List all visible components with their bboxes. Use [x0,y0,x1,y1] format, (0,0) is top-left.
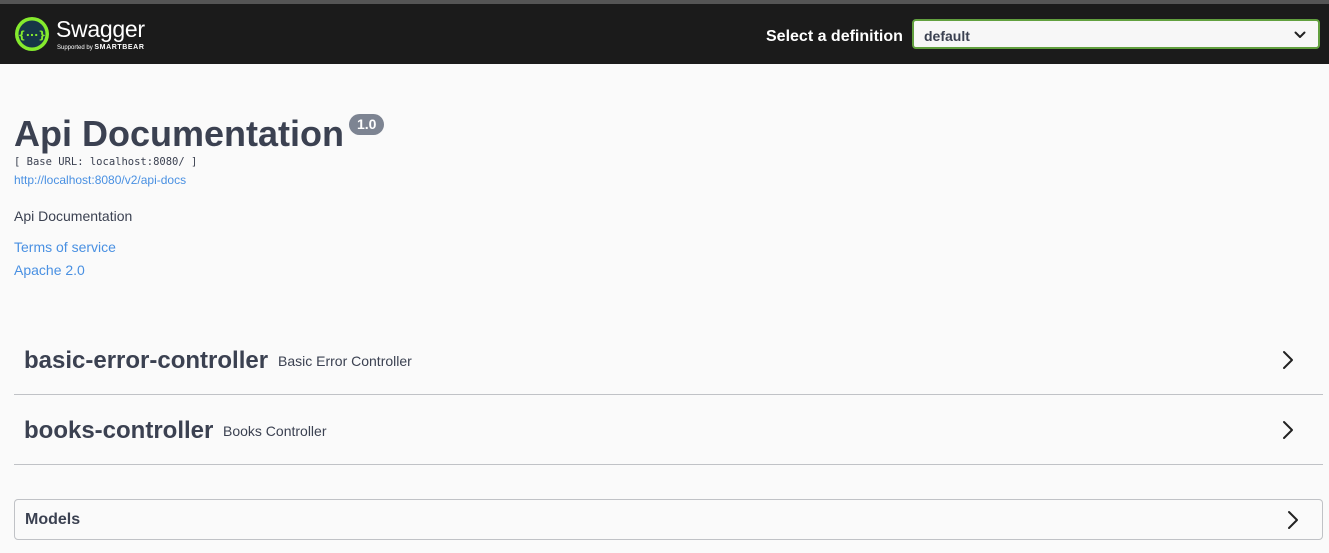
tag-name: basic-error-controller [24,347,269,374]
swagger-logo-glyph: {···} [18,29,46,42]
swagger-logo-icon: {···} [15,17,49,51]
models-section[interactable]: Models [14,499,1323,540]
tag-description: Basic Error Controller [278,353,412,369]
logo-vendor: SMARTBEAR [94,44,145,51]
definition-select-value: default [924,28,970,44]
tag-description: Books Controller [223,423,327,439]
terms-of-service-link[interactable]: Terms of service [14,239,116,255]
topbar: {···} Swagger Supported by SMARTBEAR Sel… [0,4,1329,64]
base-url: [ Base URL: localhost:8080/ ] [14,156,198,168]
tag-name: books-controller [24,417,214,444]
tag-books-controller[interactable]: books-controller Books Controller [14,395,1323,465]
chevron-right-icon [1288,511,1298,529]
definition-select[interactable]: default [912,19,1320,49]
tag-basic-error-controller[interactable]: basic-error-controller Basic Error Contr… [14,325,1323,395]
logo-name: Swagger [56,16,145,42]
version-badge: 1.0 [349,114,385,135]
chevron-down-icon [1294,31,1306,38]
logo-wordmark: Swagger Supported by SMARTBEAR [56,16,166,52]
definition-label: Select a definition [766,28,903,45]
api-description: Api Documentation [14,208,133,224]
swagger-logo[interactable]: {···} Swagger Supported by SMARTBEAR [14,16,166,52]
chevron-right-icon [1283,421,1293,439]
logo-supported-by: Supported by SMARTBEAR [57,44,145,51]
page-title: Api Documentation [14,113,344,154]
api-docs-link[interactable]: http://localhost:8080/v2/api-docs [14,173,186,187]
models-label: Models [25,511,81,528]
logo-supported-text: Supported by [57,45,93,51]
chevron-right-icon [1283,351,1293,369]
license-link[interactable]: Apache 2.0 [14,262,85,278]
